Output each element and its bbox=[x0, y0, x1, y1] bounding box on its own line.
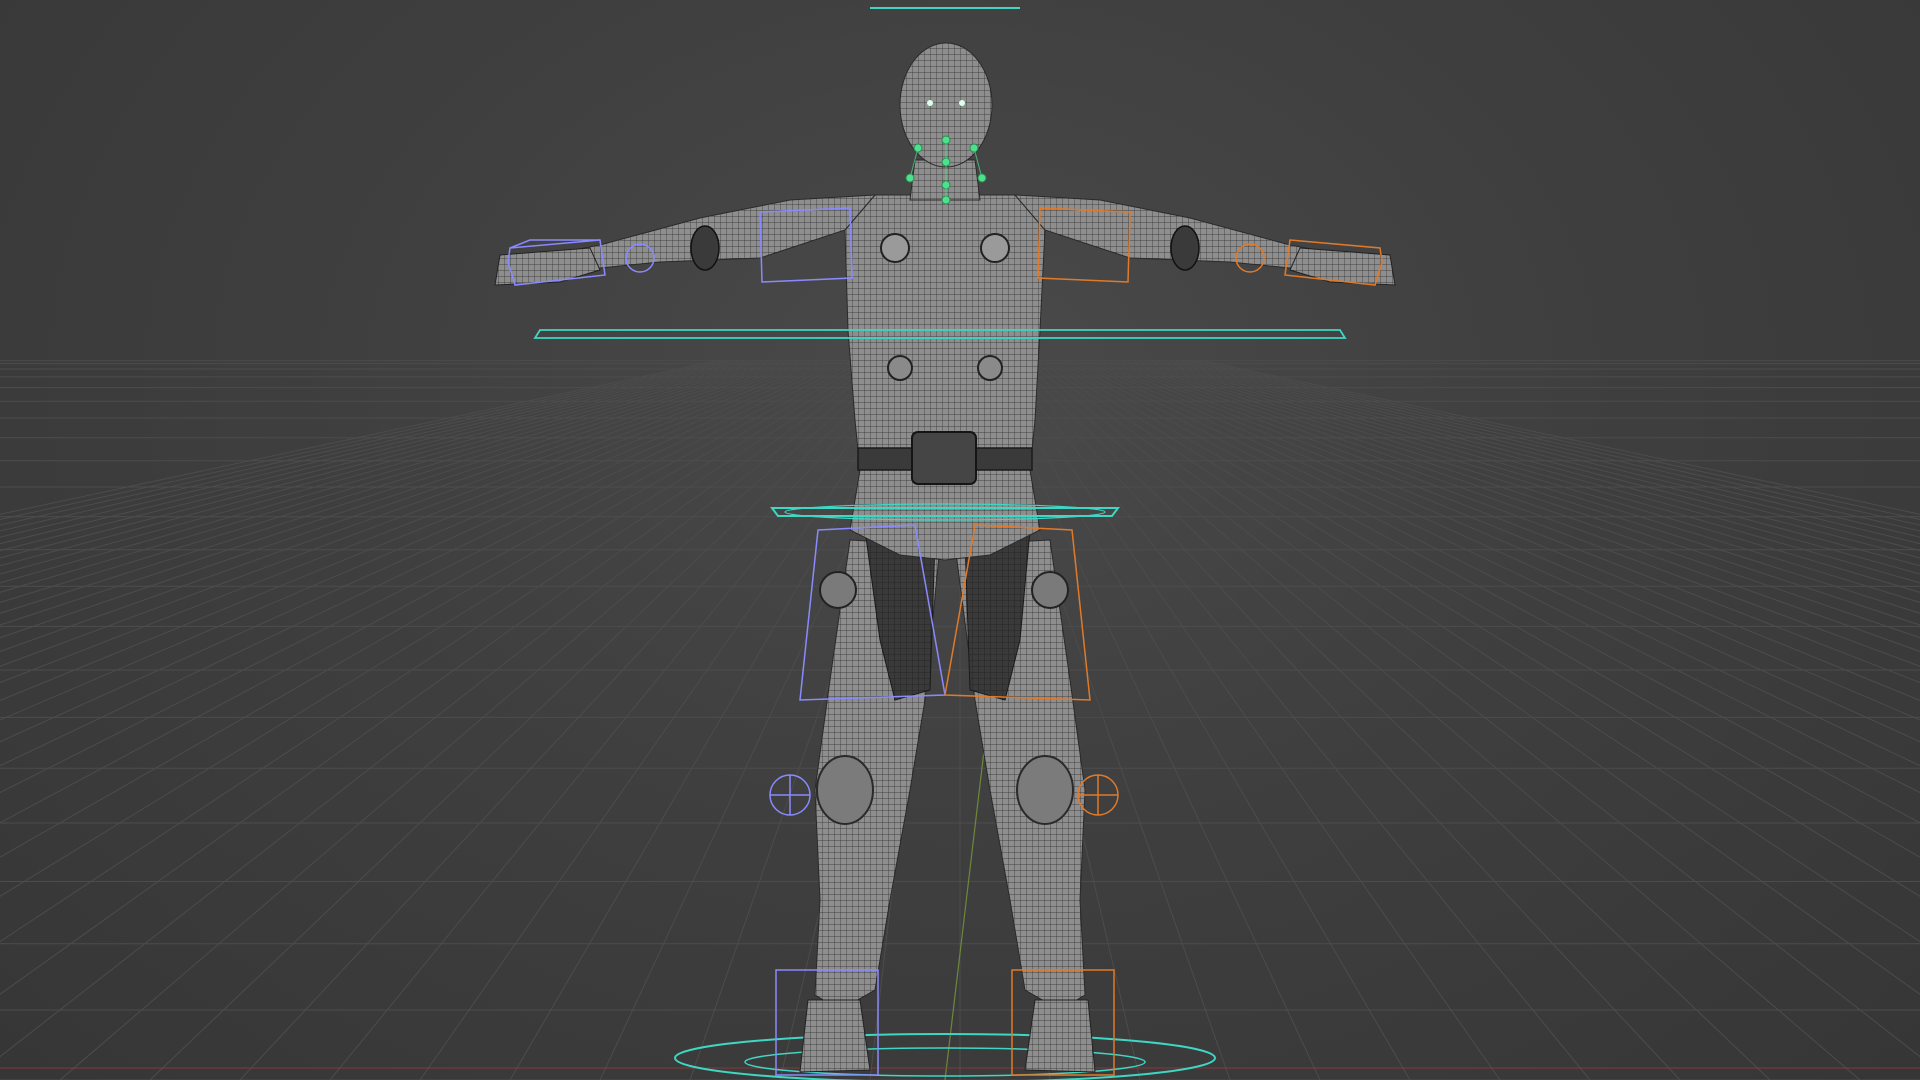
grid-line bbox=[0, 359, 859, 794]
grid-line bbox=[0, 359, 871, 858]
right-eye bbox=[959, 100, 965, 106]
grid-line bbox=[1109, 359, 1920, 639]
left-knee bbox=[816, 755, 874, 825]
grid-line bbox=[0, 359, 751, 545]
chest-disc-right bbox=[980, 233, 1010, 263]
right-knee bbox=[1016, 755, 1074, 825]
3d-viewport[interactable] bbox=[0, 0, 1920, 1080]
grid-line bbox=[0, 359, 739, 532]
grid-line bbox=[149, 359, 907, 1080]
grid-line bbox=[239, 359, 913, 1080]
grid-line bbox=[0, 359, 883, 943]
grid-line bbox=[1025, 359, 1920, 1058]
left-hip-disc bbox=[819, 571, 857, 609]
grid-line bbox=[1067, 359, 1920, 767]
grid-line bbox=[1145, 359, 1920, 575]
z-axis-line bbox=[944, 699, 991, 1080]
grid-line bbox=[0, 359, 757, 552]
grid-line bbox=[0, 359, 829, 684]
belt-buckle bbox=[911, 431, 977, 485]
grid-line bbox=[1091, 359, 1920, 684]
right-hand bbox=[1289, 247, 1396, 286]
grid-line bbox=[1103, 359, 1920, 652]
right-hip-disc bbox=[1031, 571, 1069, 609]
grid-line bbox=[1157, 359, 1920, 559]
grid-line bbox=[59, 359, 901, 1080]
grid-line bbox=[1001, 359, 1591, 1080]
chest-disc-left bbox=[880, 233, 910, 263]
grid-line bbox=[0, 359, 763, 559]
grid-line bbox=[1019, 359, 1861, 1080]
grid-line bbox=[0, 359, 811, 639]
left-elbow-pad bbox=[690, 225, 720, 271]
grid-line bbox=[1121, 359, 1920, 614]
grid-line bbox=[1181, 359, 1920, 532]
left-foot bbox=[799, 999, 871, 1073]
right-elbow-pad bbox=[1170, 225, 1200, 271]
grid-line bbox=[0, 359, 787, 593]
grid-line bbox=[0, 359, 793, 603]
grid-line bbox=[1049, 359, 1920, 858]
grid-line bbox=[1085, 359, 1920, 701]
grid-line bbox=[0, 359, 775, 575]
grid-line bbox=[1175, 359, 1920, 538]
grid-line bbox=[0, 359, 817, 652]
grid-line bbox=[1163, 359, 1920, 552]
abdomen-disc-right bbox=[977, 355, 1003, 381]
grid-line bbox=[1013, 359, 1771, 1080]
grid-line bbox=[1133, 359, 1920, 593]
grid-line bbox=[1007, 359, 1681, 1080]
grid-line bbox=[0, 359, 853, 767]
grid-line bbox=[0, 359, 799, 614]
grid-line bbox=[1061, 359, 1920, 794]
torso-mesh bbox=[844, 194, 1046, 471]
grid-line bbox=[1169, 359, 1920, 545]
grid-line bbox=[0, 359, 895, 1058]
grid-line bbox=[0, 359, 835, 701]
grid-line bbox=[0, 359, 745, 538]
left-hand bbox=[494, 247, 601, 286]
right-foot bbox=[1024, 999, 1096, 1073]
viewport-canvas[interactable] bbox=[0, 0, 1920, 1080]
grid-line bbox=[1127, 359, 1920, 603]
left-eye bbox=[927, 100, 933, 106]
grid-line bbox=[1037, 359, 1920, 943]
abdomen-disc-left bbox=[887, 355, 913, 381]
